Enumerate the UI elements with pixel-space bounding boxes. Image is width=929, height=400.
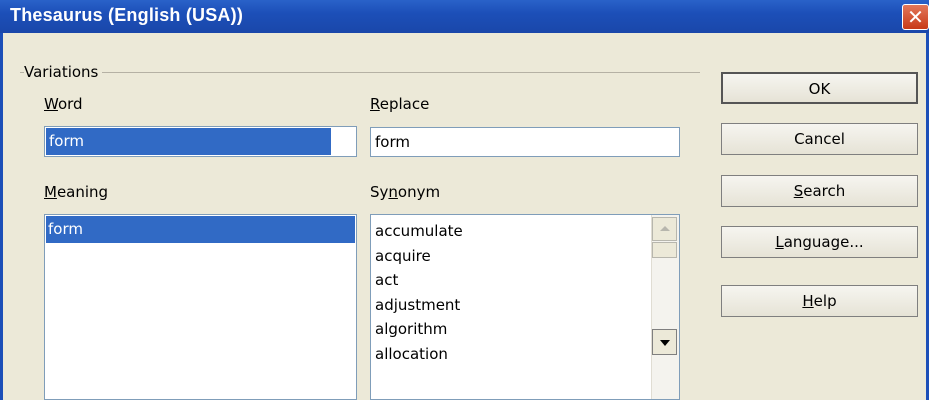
list-item[interactable]: act xyxy=(375,268,463,293)
list-item[interactable]: form xyxy=(46,216,355,243)
synonym-label-rest: onym xyxy=(397,183,441,201)
help-accel: H xyxy=(802,292,814,310)
close-icon: ✕ xyxy=(907,5,924,29)
scroll-up-button[interactable] xyxy=(652,217,677,241)
word-value: form xyxy=(46,128,331,155)
scrollbar-thumb[interactable] xyxy=(652,242,677,258)
language-label-rest: anguage... xyxy=(783,233,864,251)
word-label: Word xyxy=(44,95,83,113)
scroll-down-icon xyxy=(660,340,670,346)
title-bar: Thesaurus (English (USA)) ✕ xyxy=(0,0,929,33)
meaning-label: Meaning xyxy=(44,183,108,201)
synonym-label: Synonym xyxy=(370,183,440,201)
language-button[interactable]: Language... xyxy=(721,226,918,258)
ok-button[interactable]: OK xyxy=(721,72,918,104)
close-button[interactable]: ✕ xyxy=(902,4,929,30)
help-label-rest: elp xyxy=(813,292,837,310)
scroll-up-icon xyxy=(660,226,670,231)
search-accel: S xyxy=(793,182,804,200)
window-border-left xyxy=(0,33,3,400)
word-label-rest: ord xyxy=(57,95,83,113)
replace-label: Replace xyxy=(370,95,429,113)
word-combobox[interactable]: form xyxy=(44,126,399,157)
meaning-label-rest: eaning xyxy=(56,183,109,201)
list-item[interactable]: acquire xyxy=(375,244,463,269)
cancel-button[interactable]: Cancel xyxy=(721,123,918,155)
list-item[interactable]: allocation xyxy=(375,342,463,367)
search-button[interactable]: Search xyxy=(721,175,918,207)
group-label: Variations xyxy=(24,63,103,81)
synonym-accel: n xyxy=(388,183,398,201)
window-title: Thesaurus (English (USA)) xyxy=(10,5,244,25)
meaning-list[interactable]: form xyxy=(44,214,357,400)
list-item[interactable]: algorithm xyxy=(375,317,463,342)
search-label-rest: earch xyxy=(803,182,846,200)
meaning-accel: M xyxy=(44,183,57,201)
synonym-label-pre: Sy xyxy=(370,183,389,201)
help-button[interactable]: Help xyxy=(721,285,918,317)
replace-input[interactable]: form xyxy=(370,127,680,157)
scroll-down-button[interactable] xyxy=(652,329,677,355)
word-accel: W xyxy=(44,95,58,113)
replace-accel: R xyxy=(370,95,380,113)
language-accel: L xyxy=(775,233,784,251)
list-item[interactable]: accumulate xyxy=(375,219,463,244)
synonym-list[interactable]: accumulate acquire act adjustment algori… xyxy=(370,214,680,400)
list-item[interactable]: adjustment xyxy=(375,293,463,318)
group-divider xyxy=(20,72,700,73)
replace-label-rest: eplace xyxy=(379,95,430,113)
